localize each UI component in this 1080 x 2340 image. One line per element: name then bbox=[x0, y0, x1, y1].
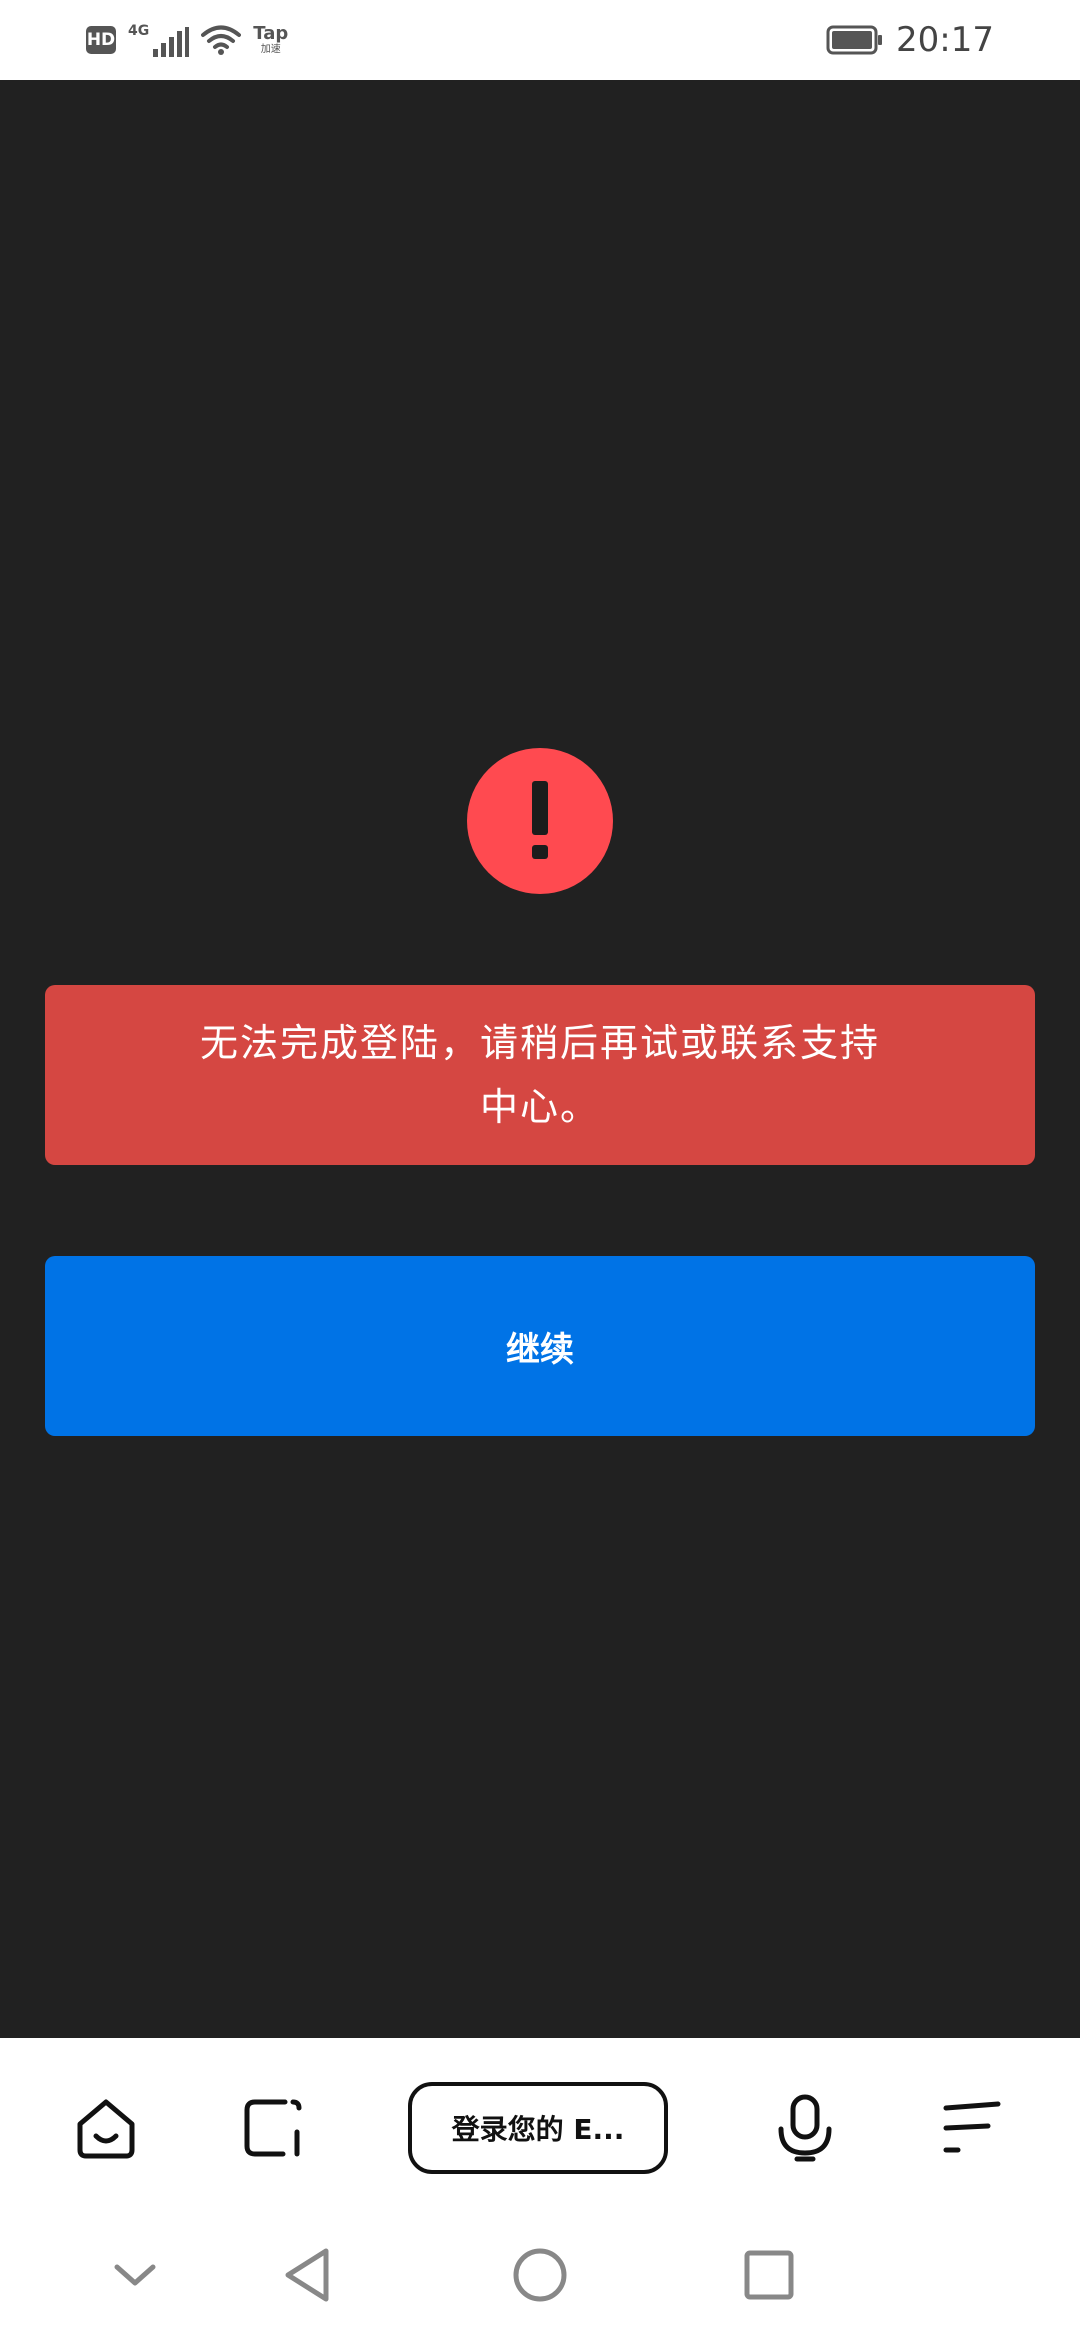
recents-square-glyph bbox=[744, 2250, 794, 2300]
chevron-down-glyph bbox=[114, 2264, 156, 2286]
recents-icon[interactable] bbox=[734, 2240, 804, 2310]
exclamation-icon bbox=[532, 781, 548, 859]
home-circle-icon[interactable] bbox=[505, 2240, 575, 2310]
wifi-icon bbox=[201, 25, 242, 55]
error-message-box: 无法完成登陆，请稍后再试或联系支持中心。 bbox=[45, 985, 1035, 1165]
status-bar: HD 4G Tap 加速 20:17 bbox=[0, 0, 1080, 80]
signal-4g-icon: 4G bbox=[128, 23, 190, 57]
home-icon[interactable] bbox=[71, 2093, 141, 2163]
tap-sub-label: 加速 bbox=[260, 44, 281, 55]
network-type-label: 4G bbox=[128, 23, 150, 39]
status-right-group: 20:17 bbox=[826, 18, 994, 62]
tabs-icon-glyph bbox=[244, 2099, 302, 2157]
home-icon-glyph bbox=[77, 2099, 135, 2159]
home-circle-glyph bbox=[513, 2248, 567, 2302]
back-icon[interactable] bbox=[272, 2240, 342, 2310]
tap-accelerator-badge: Tap 加速 bbox=[253, 25, 288, 55]
menu-icon-glyph bbox=[943, 2101, 1001, 2153]
system-nav-bar bbox=[0, 2220, 1080, 2340]
main-content: 无法完成登陆，请稍后再试或联系支持中心。 继续 bbox=[0, 80, 1080, 2038]
continue-button[interactable]: 继续 bbox=[45, 1256, 1035, 1436]
menu-icon[interactable] bbox=[937, 2093, 1007, 2163]
address-bar[interactable]: 登录您的 E... bbox=[408, 2082, 668, 2174]
alert-badge bbox=[467, 748, 613, 894]
hd-badge: HD bbox=[86, 26, 116, 54]
status-left-group: HD 4G Tap 加速 bbox=[86, 20, 288, 60]
browser-toolbar: 登录您的 E... bbox=[0, 2038, 1080, 2220]
back-triangle-glyph bbox=[285, 2248, 329, 2302]
microphone-icon[interactable] bbox=[770, 2093, 840, 2163]
tap-label: Tap bbox=[253, 23, 289, 44]
error-message-text: 无法完成登陆，请稍后再试或联系支持中心。 bbox=[199, 1021, 880, 1129]
microphone-icon-glyph bbox=[778, 2094, 832, 2162]
signal-bars-icon bbox=[153, 27, 190, 57]
chevron-down-icon[interactable] bbox=[100, 2240, 170, 2310]
battery-icon bbox=[826, 25, 883, 55]
clock: 20:17 bbox=[896, 20, 994, 60]
tabs-icon[interactable] bbox=[238, 2093, 308, 2163]
address-bar-text: 登录您的 E... bbox=[451, 2113, 625, 2146]
